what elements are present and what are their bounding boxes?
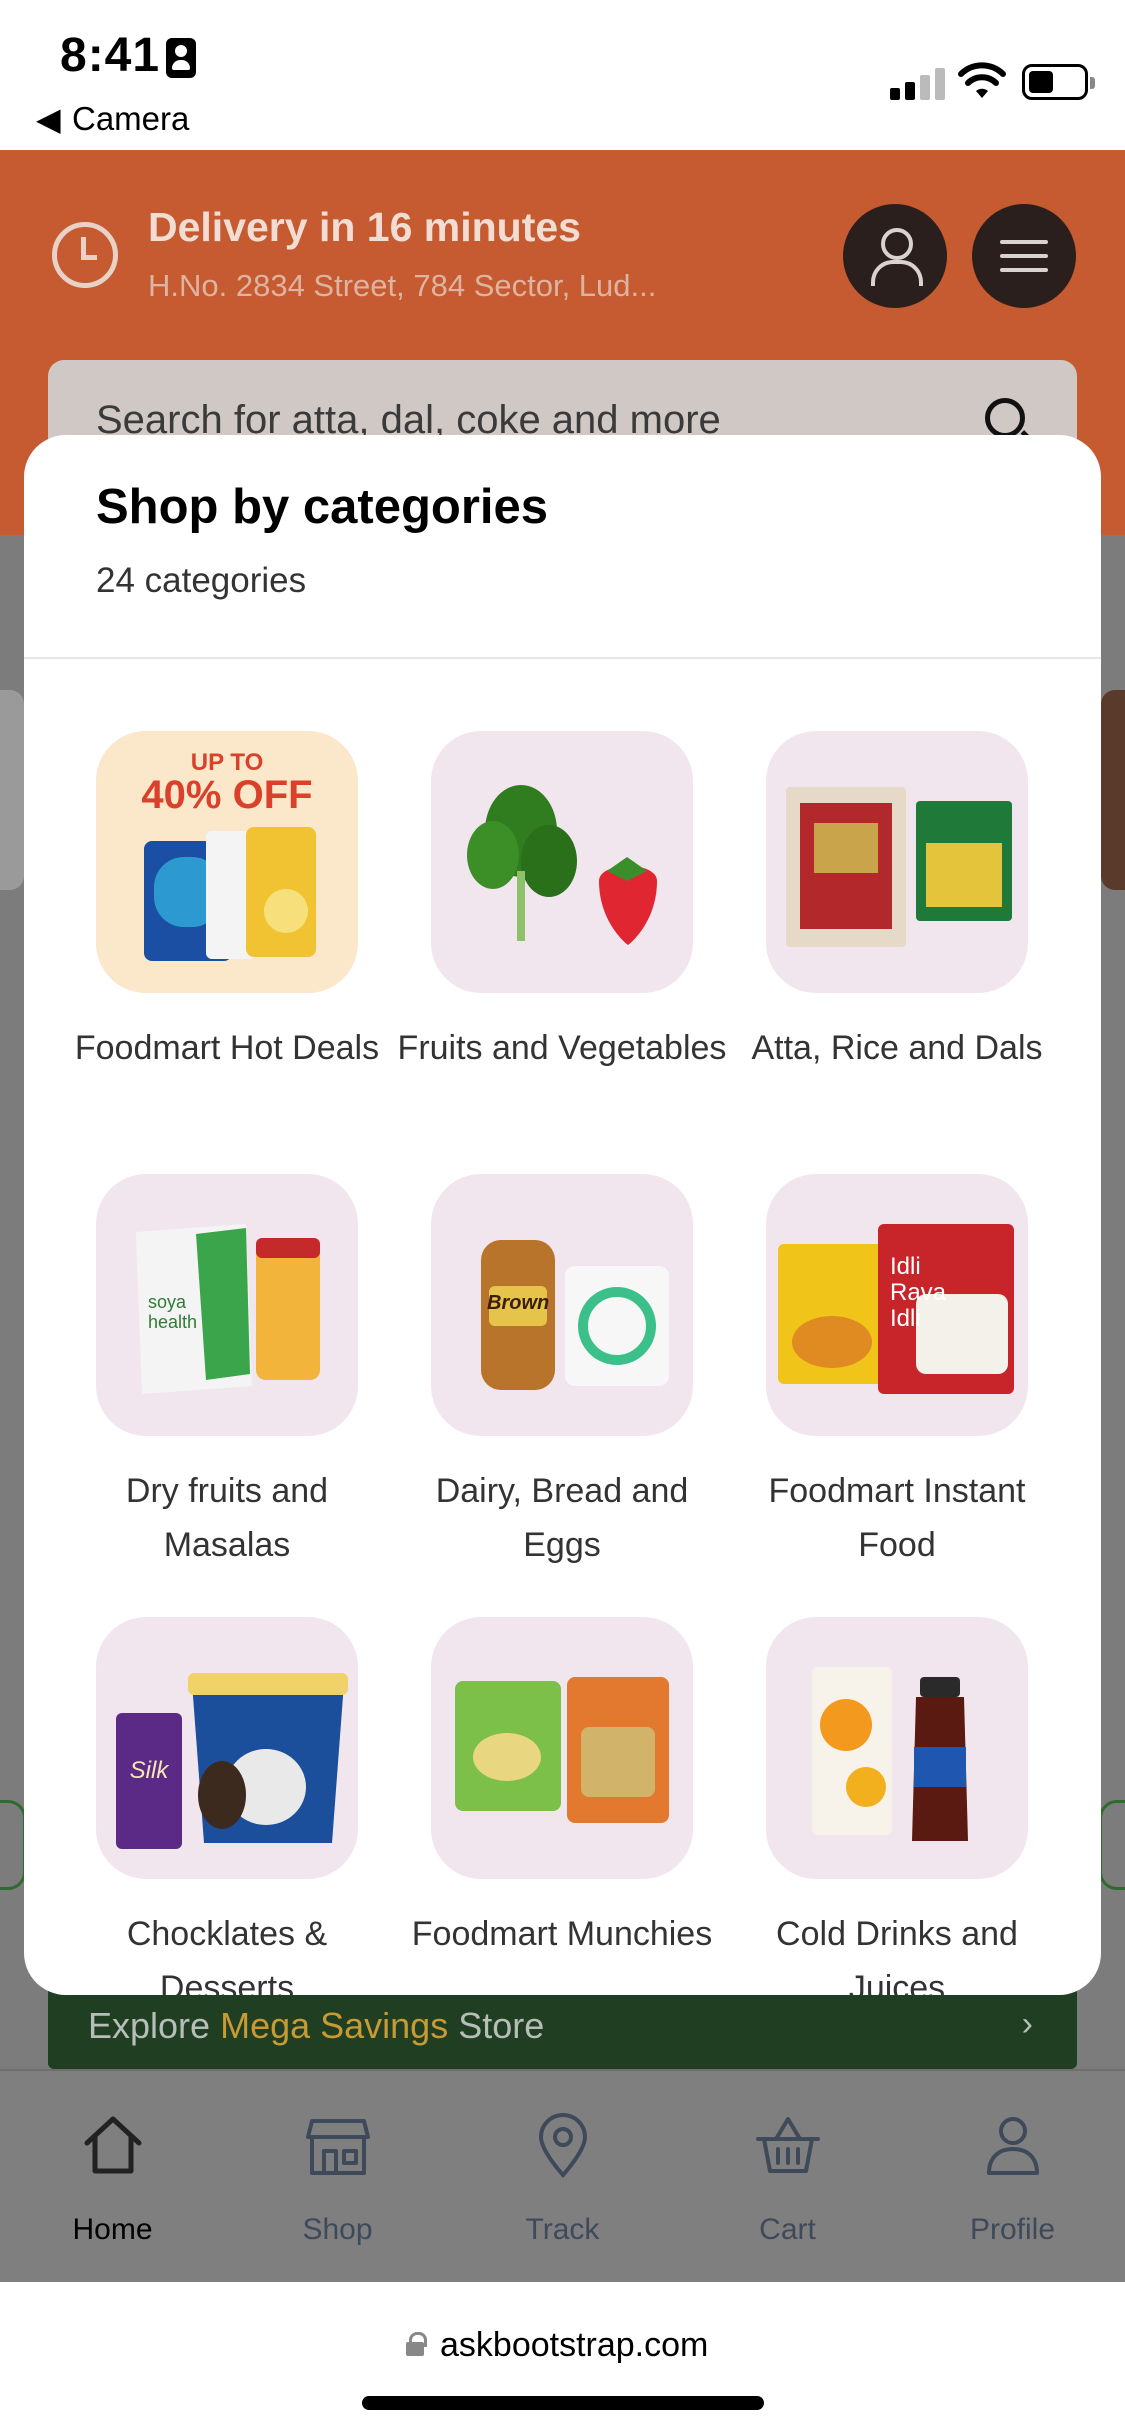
munchies-illustration [455, 1677, 669, 1823]
search-icon[interactable] [985, 398, 1025, 438]
chocolate-illustration [116, 1673, 348, 1849]
explore-mega-savings-banner[interactable]: Explore Mega Savings Store › [48, 1985, 1077, 2069]
battery-icon [1022, 64, 1095, 100]
background-card [0, 690, 24, 890]
nav-home[interactable]: Home [0, 2071, 225, 2284]
category-label: Atta, Rice and Dals [751, 1029, 1043, 1067]
menu-icon-bar [1000, 240, 1048, 244]
chevron-right-icon: › [1021, 2005, 1033, 2043]
status-time: 8:41 [60, 29, 161, 82]
masala-illustration [136, 1224, 320, 1394]
categories-modal: Shop by categories 24 categories UP TO 4… [24, 435, 1101, 1995]
location-pin-icon [538, 2113, 588, 2178]
category-label: Foodmart Munchies [411, 1915, 713, 1953]
profile-icon [987, 2117, 1039, 2175]
category-count: 24 categories [96, 561, 307, 600]
nav-label: Track [525, 2213, 600, 2246]
category-label: Dry fruits and Masalas [125, 1472, 329, 1564]
lock-icon [406, 2332, 427, 2356]
spinach-strawberry-image [431, 731, 693, 993]
hot-deals-offer-image: UP TO 40% OFF [96, 731, 358, 993]
bottom-navigation: Home Shop Track Cart Profile [0, 2069, 1125, 2282]
nav-label: Profile [969, 2213, 1056, 2246]
status-bar: 8:41 ◀ Camera [0, 0, 1125, 150]
pack-label: Silk [129, 1757, 169, 1784]
drinks-illustration [812, 1667, 968, 1841]
category-label: Chocklates & Desserts [126, 1915, 328, 1995]
category-label: Foodmart Instant Food [768, 1472, 1026, 1564]
browser-url-bar[interactable]: askbootstrap.com [0, 2282, 1125, 2436]
url-text: askbootstrap.com [440, 2326, 709, 2364]
pack-label: Brown [487, 1292, 550, 1314]
shop-icon [306, 2119, 370, 2175]
dairy-bread-illustration [481, 1240, 669, 1390]
chips-snacks-image [431, 1617, 693, 1879]
fruits-veg-illustration [467, 785, 657, 945]
nav-label: Shop [302, 2213, 373, 2246]
instant-food-packs-image: Idli Rava Idli [766, 1174, 1028, 1436]
background-card [1101, 690, 1125, 890]
back-arrow-icon[interactable]: ◀ [36, 100, 61, 138]
home-icon [84, 2116, 142, 2174]
pack-label: soya health [148, 1292, 198, 1332]
nav-profile[interactable]: Profile [900, 2071, 1125, 2284]
category-label: Foodmart Hot Deals [74, 1029, 380, 1067]
user-account-button[interactable] [843, 204, 947, 308]
explore-prefix: Explore [88, 2005, 221, 2046]
home-indicator[interactable] [362, 2396, 764, 2410]
delivery-time[interactable]: Delivery in 16 minutes [148, 204, 581, 251]
atta-dal-illustration [786, 787, 1012, 947]
menu-icon-bar [1000, 268, 1048, 272]
clock-icon [52, 222, 118, 288]
bread-milk-image: Brown [431, 1174, 693, 1436]
menu-icon-bar [1000, 254, 1048, 258]
menu-button[interactable] [972, 204, 1076, 308]
contact-card-icon [166, 38, 196, 78]
modal-title: Shop by categories [96, 480, 549, 534]
nav-cart[interactable]: Cart [675, 2071, 900, 2284]
background-button [1099, 1800, 1125, 1890]
category-label: Fruits and Vegetables [397, 1029, 727, 1067]
background-button [0, 1800, 26, 1890]
explore-suffix: Store [448, 2005, 545, 2046]
back-to-camera-link[interactable]: Camera [72, 100, 189, 138]
atta-dal-packs-image [766, 731, 1028, 993]
masala-packs-image: soya health [96, 1174, 358, 1436]
wifi-icon [958, 62, 1006, 98]
modal-header: Shop by categories 24 categories [24, 435, 1101, 659]
juice-cola-image [766, 1617, 1028, 1879]
category-label: Dairy, Bread and Eggs [435, 1472, 689, 1564]
chocolate-icecream-image: Silk [96, 1617, 358, 1879]
basket-icon [756, 2117, 820, 2173]
category-grid: UP TO 40% OFF Foodmart Hot Deals Fruits … [24, 659, 1101, 1995]
nav-shop[interactable]: Shop [225, 2071, 450, 2284]
explore-banner-text: Explore Mega Savings Store [88, 2005, 544, 2047]
cellular-signal-icon [890, 68, 946, 100]
offer-line-2: 40% OFF [141, 773, 313, 817]
explore-highlight: Mega Savings [220, 2005, 449, 2046]
pack-label: Idli Rava Idli [890, 1253, 947, 1332]
delivery-address[interactable]: H.No. 2834 Street, 784 Sector, Lud... [148, 268, 656, 304]
category-label: Cold Drinks and Juices [776, 1915, 1018, 1995]
nav-label: Cart [759, 2213, 816, 2246]
nav-label: Home [72, 2213, 153, 2246]
nav-track[interactable]: Track [450, 2071, 675, 2284]
